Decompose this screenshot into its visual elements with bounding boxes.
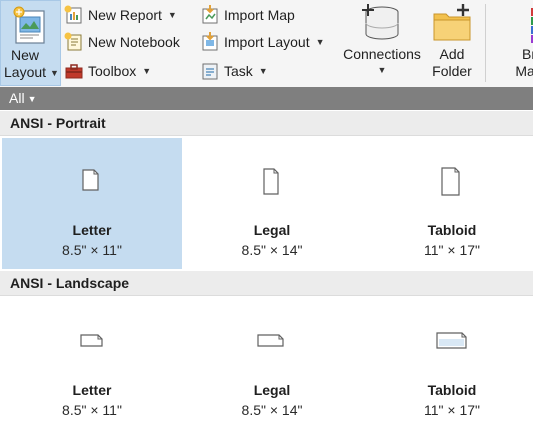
page-landscape-icon — [2, 298, 182, 378]
group-title: ANSI - Portrait — [10, 115, 106, 131]
task-icon — [200, 61, 220, 81]
browse-maps-button[interactable]: Br Map — [492, 2, 533, 86]
browse-maps-label: Br Map — [515, 46, 533, 79]
chevron-down-icon: ▼ — [27, 93, 37, 104]
import-map-button[interactable]: Import Map — [200, 3, 295, 27]
new-layout-label: New Layout ▼ — [4, 47, 59, 80]
page-landscape-icon — [182, 298, 362, 378]
task-button[interactable]: Task ▼ — [200, 59, 268, 83]
task-label: Task — [224, 63, 253, 79]
tile-name: Tabloid — [427, 382, 477, 398]
new-layout-button[interactable]: New Layout ▼ — [0, 0, 61, 86]
new-layout-icon — [11, 5, 51, 47]
chevron-down-icon: ▼ — [142, 66, 152, 76]
layout-tile-landscape-letter[interactable]: Letter 8.5" × 11" — [2, 298, 182, 429]
tile-size: 8.5" × 14" — [241, 242, 303, 258]
new-report-label: New Report — [88, 7, 162, 23]
toolbox-label: Toolbox — [88, 63, 137, 79]
filter-label: All — [9, 90, 25, 106]
tile-size: 8.5" × 11" — [62, 402, 122, 418]
page-portrait-icon — [2, 138, 182, 218]
filter-dropdown[interactable]: All ▼ — [9, 89, 36, 109]
group-header-ansi-landscape: ANSI - Landscape — [0, 271, 533, 296]
layout-tile-portrait-tabloid[interactable]: Tabloid 11" × 17" — [362, 138, 533, 269]
database-icon — [360, 2, 404, 46]
tile-name: Letter — [72, 382, 112, 398]
tile-size: 8.5" × 14" — [241, 402, 303, 418]
tile-name: Legal — [253, 222, 291, 238]
chevron-down-icon: ▼ — [167, 10, 177, 20]
add-folder-label: Add Folder — [432, 46, 472, 79]
page-portrait-icon — [182, 138, 362, 218]
chevron-down-icon: ▼ — [50, 67, 59, 78]
ribbon-separator — [485, 4, 486, 82]
add-folder-button[interactable]: Add Folder — [427, 2, 477, 86]
chevron-down-icon: ▼ — [315, 37, 325, 47]
layout-tile-portrait-letter[interactable]: Letter 8.5" × 11" — [2, 138, 182, 269]
tile-size: 11" × 17" — [424, 402, 480, 418]
report-icon — [64, 5, 84, 25]
folder-add-icon — [430, 2, 474, 46]
connections-label: Connections — [343, 46, 421, 62]
group-title: ANSI - Landscape — [10, 275, 130, 291]
import-map-label: Import Map — [224, 7, 295, 23]
import-layout-label: Import Layout — [224, 34, 310, 50]
layout-tile-landscape-tabloid[interactable]: Tabloid 11" × 17" — [362, 298, 533, 429]
tile-size: 8.5" × 11" — [62, 242, 122, 258]
group-header-ansi-portrait: ANSI - Portrait — [0, 111, 533, 136]
toolbox-icon — [64, 61, 84, 81]
layout-tile-landscape-legal[interactable]: Legal 8.5" × 14" — [182, 298, 362, 429]
page-portrait-icon — [362, 138, 533, 218]
new-report-button[interactable]: New Report ▼ — [64, 3, 177, 27]
ribbon: New Layout ▼ New Report ▼ New Notebook T… — [0, 0, 533, 88]
notebook-icon — [64, 32, 84, 52]
import-layout-icon — [200, 32, 220, 52]
connections-button[interactable]: Connections ▼ — [338, 2, 426, 86]
chevron-down-icon: ▼ — [377, 65, 387, 75]
page-landscape-icon — [362, 298, 533, 378]
new-notebook-button[interactable]: New Notebook — [64, 30, 180, 54]
tile-name: Letter — [72, 222, 112, 238]
filter-bar: All ▼ — [0, 87, 533, 110]
toolbox-button[interactable]: Toolbox ▼ — [64, 59, 151, 83]
import-layout-button[interactable]: Import Layout ▼ — [200, 30, 325, 54]
chevron-down-icon: ▼ — [258, 66, 268, 76]
import-map-icon — [200, 5, 220, 25]
tile-name: Legal — [253, 382, 291, 398]
tile-name: Tabloid — [427, 222, 477, 238]
layout-tile-portrait-legal[interactable]: Legal 8.5" × 14" — [182, 138, 362, 269]
tile-size: 11" × 17" — [424, 242, 480, 258]
new-notebook-label: New Notebook — [88, 34, 180, 50]
